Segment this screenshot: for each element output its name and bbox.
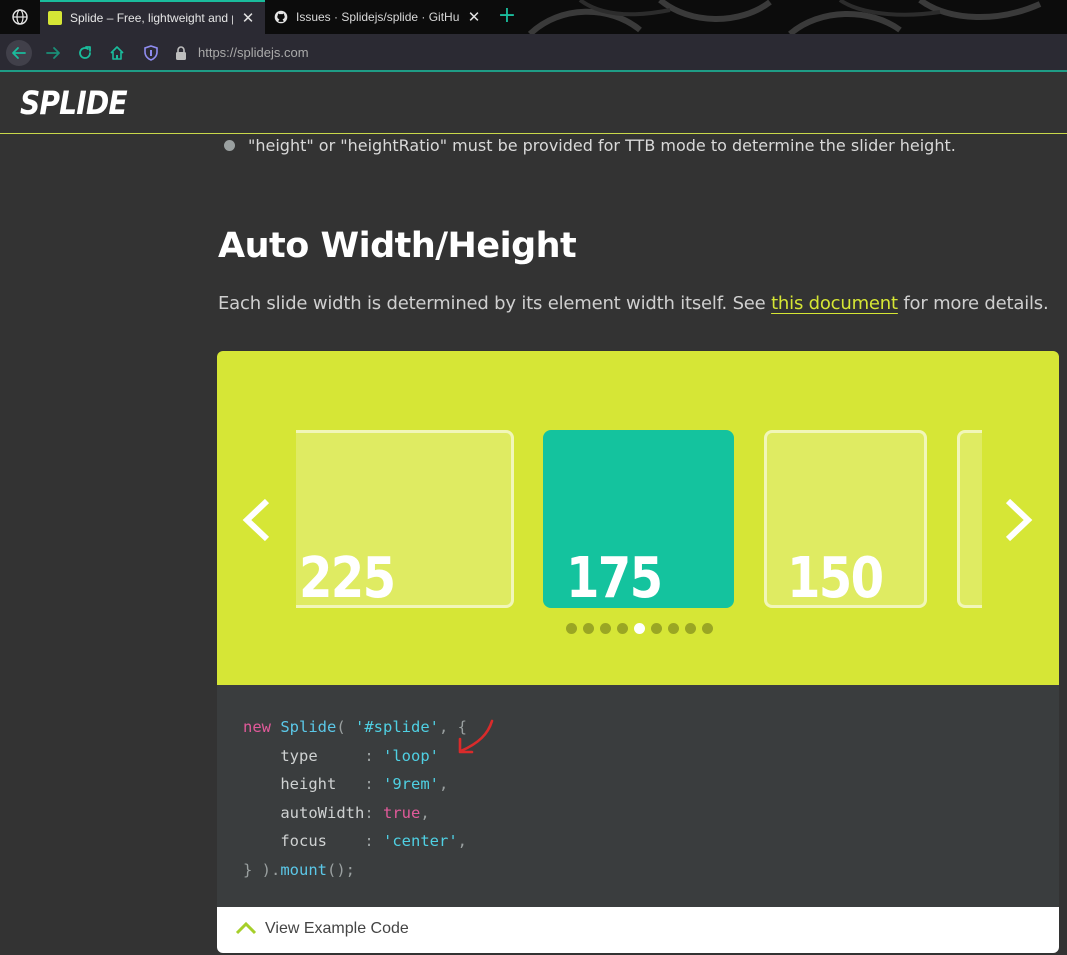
code-token: } ).	[243, 860, 281, 879]
code-token: ,	[420, 803, 430, 822]
slider-pagination	[566, 623, 719, 634]
code-token: Splide	[280, 718, 337, 736]
code-token: height	[280, 775, 365, 794]
decorative-theme-background	[527, 0, 1042, 34]
code-token: true	[383, 803, 421, 822]
close-tab-icon[interactable]: ✕	[239, 9, 257, 27]
pagination-dot[interactable]	[600, 623, 611, 634]
code-block: new Splide( '#splide', { type : 'loop' h…	[217, 685, 1059, 907]
slider-demo: 225 175 150	[217, 351, 1059, 685]
lock-icon[interactable]	[174, 45, 188, 61]
section-title: Auto Width/Height	[218, 226, 577, 266]
slider-next-arrow-icon[interactable]	[1000, 497, 1036, 543]
code-token: :	[364, 832, 383, 851]
browser-tab-bar: Splide – Free, lightweight and p ✕ Issue…	[0, 0, 1067, 34]
code-token: (	[336, 718, 356, 736]
slider-track[interactable]: 225 175 150	[296, 430, 982, 608]
url-bar[interactable]: https://splidejs.com	[198, 45, 309, 60]
splide-logo[interactable]: SPLIDE	[20, 84, 128, 122]
browser-navigation-bar: https://splidejs.com	[0, 34, 1067, 72]
code-token: new	[243, 718, 271, 736]
code-token: :	[364, 746, 383, 765]
slide-label: 150	[787, 546, 884, 608]
view-example-code-toggle[interactable]: View Example Code	[217, 907, 1059, 953]
code-token: '#splide'	[355, 718, 440, 736]
new-tab-button[interactable]: +	[496, 5, 518, 27]
tab-title: Issues · Splidejs/splide · GitHub	[296, 10, 459, 24]
pagination-dot[interactable]	[685, 623, 696, 634]
code-token: '9rem'	[383, 775, 439, 794]
tab-github-issues[interactable]: Issues · Splidejs/splide · GitHub ✕	[266, 0, 491, 34]
pagination-dot[interactable]	[617, 623, 628, 634]
section-paragraph: Each slide width is determined by its el…	[218, 293, 1049, 314]
paragraph-text-after: for more details.	[897, 293, 1049, 314]
tab-splide[interactable]: Splide – Free, lightweight and p ✕	[40, 0, 265, 34]
tab-list-menu-button[interactable]	[0, 0, 40, 34]
pagination-dot-active[interactable]	[634, 623, 645, 634]
code-content: new Splide( '#splide', { type : 'loop' h…	[243, 713, 467, 885]
arrow-left-icon	[12, 47, 26, 59]
view-example-code-label: View Example Code	[265, 920, 409, 937]
code-token: ();	[327, 860, 355, 879]
code-token: 'center'	[383, 832, 458, 851]
pagination-dot[interactable]	[583, 623, 594, 634]
code-token: autoWidth	[280, 803, 365, 822]
reload-icon	[79, 46, 91, 59]
arrow-right-icon	[46, 47, 60, 59]
pagination-dot[interactable]	[702, 623, 713, 634]
paragraph-text-before: Each slide width is determined by its el…	[218, 293, 772, 314]
slide-active[interactable]: 175	[543, 430, 734, 608]
github-icon	[274, 10, 288, 24]
slide-label: 225	[299, 546, 396, 608]
pagination-dot[interactable]	[566, 623, 577, 634]
tab-title: Splide – Free, lightweight and p	[70, 11, 233, 25]
forward-button[interactable]	[40, 40, 66, 66]
code-token: ,	[457, 832, 467, 851]
close-tab-icon[interactable]: ✕	[465, 8, 483, 26]
slide[interactable]: 150	[764, 430, 927, 608]
slide[interactable]	[957, 430, 982, 608]
this-document-link[interactable]: this document	[771, 293, 898, 314]
back-button[interactable]	[6, 40, 32, 66]
slide-label: 175	[566, 546, 663, 608]
slide[interactable]: 225	[296, 430, 514, 608]
chevron-up-icon	[235, 921, 257, 935]
list-bullet	[224, 140, 235, 151]
tracking-protection-shield-icon[interactable]	[143, 45, 159, 61]
slider-prev-arrow-icon[interactable]	[239, 497, 275, 543]
code-token: ,	[439, 775, 449, 794]
code-token: 'loop'	[383, 746, 439, 765]
red-annotation-arrow-icon	[458, 719, 494, 754]
home-icon	[110, 46, 124, 60]
pagination-dot[interactable]	[668, 623, 679, 634]
code-token: :	[364, 775, 383, 794]
splide-favicon-icon	[48, 11, 62, 25]
code-token: focus	[280, 832, 365, 851]
code-token: :	[364, 803, 383, 822]
code-token: type	[280, 746, 365, 765]
pagination-dot[interactable]	[651, 623, 662, 634]
reload-button[interactable]	[72, 40, 98, 66]
home-button[interactable]	[104, 40, 130, 66]
code-token: mount	[280, 860, 327, 879]
globe-icon	[12, 9, 28, 25]
site-header: SPLIDE	[0, 74, 1067, 134]
list-item-text: "height" or "heightRatio" must be provid…	[248, 136, 956, 155]
